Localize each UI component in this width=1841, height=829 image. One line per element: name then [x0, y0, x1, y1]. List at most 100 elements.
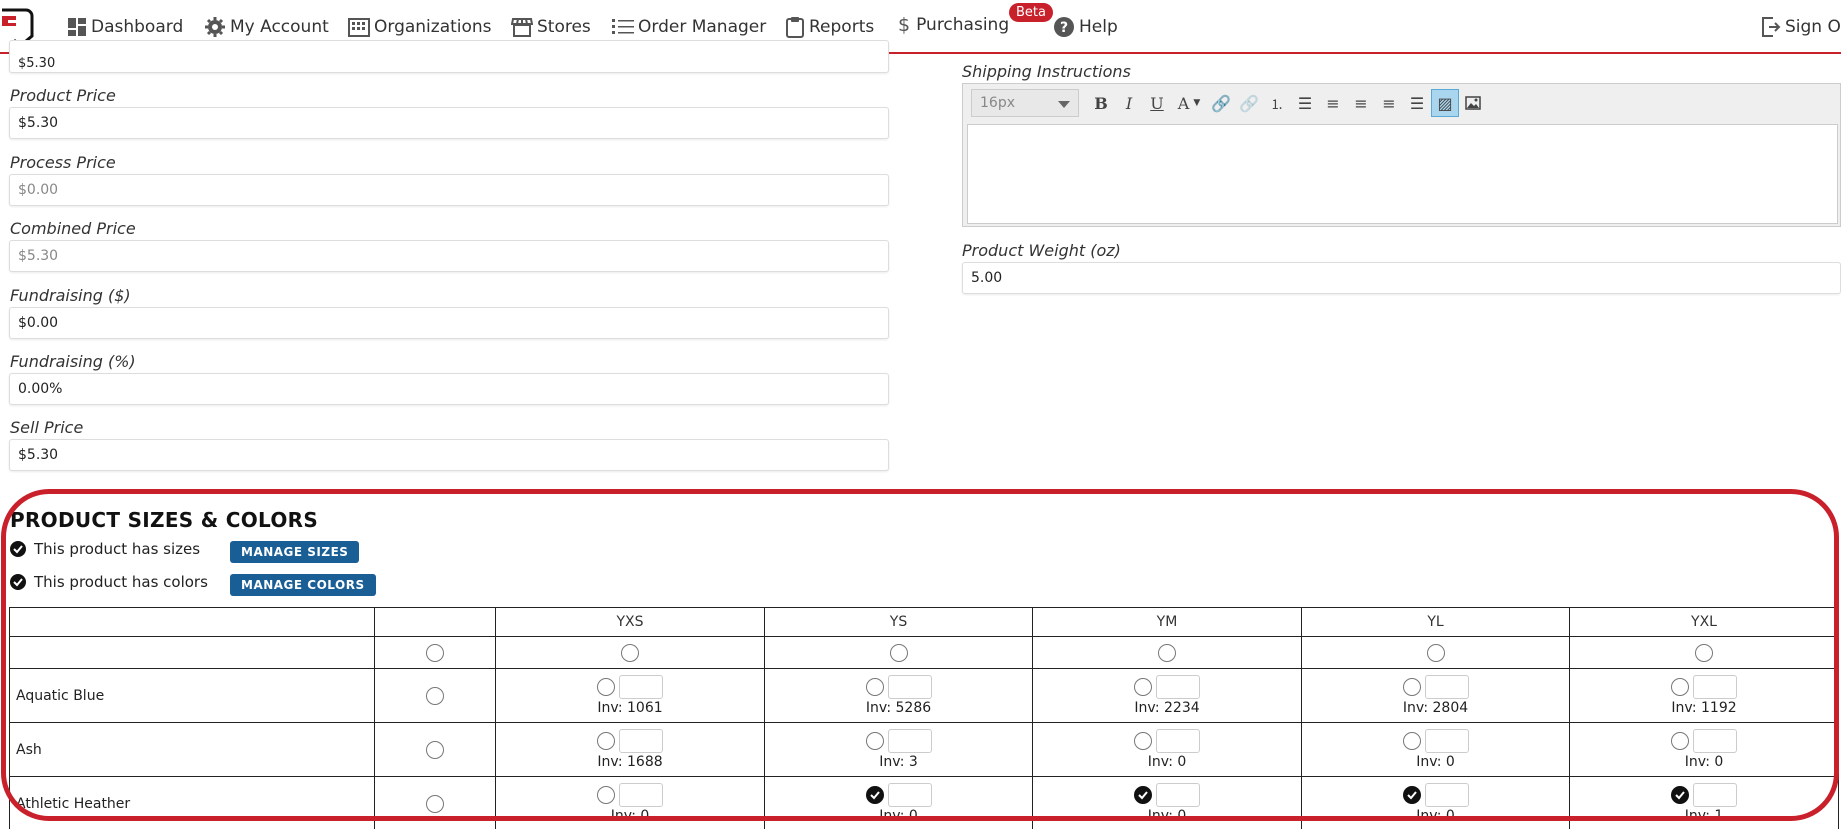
- size-color-radio[interactable]: [1402, 678, 1421, 696]
- size-column-radio[interactable]: [1426, 643, 1445, 662]
- nav-purchasing[interactable]: $ Purchasing: [898, 12, 1009, 38]
- nav-my-account[interactable]: My Account: [204, 14, 329, 40]
- nav-order-manager[interactable]: Order Manager: [612, 14, 766, 40]
- size-color-radio[interactable]: [865, 678, 884, 696]
- inventory-count: Inv: 1192: [1671, 700, 1737, 716]
- fundraising-percent-value: 0.00%: [18, 381, 63, 397]
- fundraising-percent-input[interactable]: 0.00%: [9, 373, 889, 405]
- ordered-list-icon[interactable]: ⒈: [1263, 89, 1291, 117]
- quantity-input[interactable]: [1424, 675, 1469, 699]
- nav-stores[interactable]: Stores: [511, 14, 591, 40]
- size-color-radio[interactable]: [1402, 786, 1421, 804]
- nav-organizations[interactable]: Organizations: [348, 14, 492, 40]
- quantity-input[interactable]: [1424, 783, 1469, 807]
- editor-toolbar: 16px B I U A ▼ 🔗 🔗 ⒈ ☰ ≡ ≡ ≡ ☰ ▨: [963, 84, 1840, 122]
- quantity-input[interactable]: [619, 729, 663, 753]
- size-color-radio[interactable]: [1671, 678, 1689, 696]
- partial-price-input[interactable]: $5.30: [9, 40, 889, 73]
- quantity-input[interactable]: [887, 675, 932, 699]
- size-color-radio[interactable]: [865, 732, 884, 750]
- size-color-radio[interactable]: [1671, 732, 1689, 750]
- inventory-count: Inv: 0: [1416, 808, 1455, 824]
- size-color-radio[interactable]: [1134, 678, 1152, 696]
- image-icon[interactable]: [1459, 89, 1487, 117]
- align-right-icon[interactable]: ≡: [1375, 89, 1403, 117]
- unlink-icon[interactable]: 🔗: [1235, 89, 1263, 117]
- quantity-input[interactable]: [887, 783, 932, 807]
- size-color-radio[interactable]: [1671, 786, 1689, 804]
- inventory-count: Inv: 1: [1684, 808, 1724, 824]
- process-price-input[interactable]: $0.00: [9, 174, 889, 206]
- combined-price-input[interactable]: $5.30: [9, 240, 889, 272]
- quantity-input[interactable]: [1156, 729, 1200, 753]
- inventory-count: Inv: 0: [1147, 808, 1187, 824]
- size-color-radio[interactable]: [1134, 786, 1152, 804]
- nav-dashboard[interactable]: Dashboard: [67, 14, 183, 40]
- size-column-radio[interactable]: [621, 643, 639, 662]
- fundraising-dollars-input[interactable]: $0.00: [9, 307, 889, 339]
- quantity-input[interactable]: [619, 675, 663, 699]
- shipping-instructions-textarea[interactable]: [967, 124, 1838, 224]
- select-all-radio[interactable]: [426, 643, 444, 662]
- quantity-input[interactable]: [1693, 729, 1737, 753]
- inventory-count: Inv: 0: [1684, 754, 1724, 770]
- size-color-radio[interactable]: [1134, 732, 1152, 750]
- quantity-input[interactable]: [1424, 729, 1469, 753]
- manage-sizes-button[interactable]: MANAGE SIZES: [230, 541, 360, 563]
- size-header: YM: [1032, 607, 1302, 637]
- link-icon[interactable]: 🔗: [1207, 89, 1235, 117]
- size-column-radio[interactable]: [1158, 643, 1176, 662]
- html-toggle-icon[interactable]: ▨: [1431, 89, 1459, 117]
- quantity-input[interactable]: [887, 729, 932, 753]
- sell-price-input[interactable]: $5.30: [9, 439, 889, 471]
- manage-colors-button[interactable]: MANAGE COLORS: [230, 574, 376, 596]
- fundraising-dollars-value: $0.00: [18, 315, 59, 331]
- inventory-count: Inv: 0: [879, 808, 918, 824]
- clipboard-icon: [786, 17, 804, 38]
- quantity-input[interactable]: [1693, 675, 1737, 699]
- fundraising-percent-label: Fundraising (%): [10, 352, 136, 371]
- bold-button[interactable]: B: [1087, 89, 1115, 117]
- nav-help[interactable]: ? Help: [1053, 14, 1118, 40]
- size-color-cell: Inv: 0: [1302, 783, 1569, 824]
- size-color-cell: Inv: 0: [496, 783, 764, 824]
- nav-reports[interactable]: Reports: [785, 14, 874, 40]
- color-row-radio[interactable]: [426, 794, 444, 813]
- header-empty: [9, 607, 375, 637]
- size-color-radio[interactable]: [597, 786, 615, 804]
- align-center-icon[interactable]: ≡: [1347, 89, 1375, 117]
- color-name: Athletic Heather: [9, 776, 375, 829]
- underline-button[interactable]: U: [1143, 89, 1171, 117]
- size-column-radio[interactable]: [1695, 643, 1713, 662]
- justify-icon[interactable]: ☰: [1403, 89, 1431, 117]
- check-icon[interactable]: [10, 574, 26, 590]
- quantity-input[interactable]: [619, 783, 663, 807]
- font-size-select[interactable]: 16px: [971, 89, 1079, 117]
- sign-out-link[interactable]: Sign O: [1761, 14, 1841, 40]
- check-icon[interactable]: [10, 541, 26, 557]
- nav-order-manager-label: Order Manager: [638, 17, 767, 37]
- italic-button[interactable]: I: [1115, 89, 1143, 117]
- font-size-value: 16px: [980, 95, 1015, 111]
- color-row-radio[interactable]: [426, 686, 444, 705]
- size-color-radio[interactable]: [597, 678, 615, 696]
- size-color-radio[interactable]: [865, 786, 884, 804]
- quantity-input[interactable]: [1693, 783, 1737, 807]
- font-color-button[interactable]: A ▼: [1171, 89, 1207, 117]
- size-color-radio[interactable]: [597, 732, 615, 750]
- color-row-radio[interactable]: [426, 740, 444, 759]
- product-weight-value: 5.00: [971, 270, 1003, 286]
- quantity-input[interactable]: [1156, 783, 1200, 807]
- unordered-list-icon[interactable]: ☰: [1291, 89, 1319, 117]
- quantity-input[interactable]: [1156, 675, 1200, 699]
- inventory-count: Inv: 1061: [597, 700, 663, 716]
- size-column-radio[interactable]: [889, 643, 908, 662]
- product-weight-input[interactable]: 5.00: [962, 262, 1841, 294]
- process-price-value: $0.00: [18, 182, 59, 198]
- product-price-input[interactable]: $5.30: [9, 107, 889, 139]
- store-icon: [511, 18, 533, 37]
- size-color-grid: YXS YS YM YL YXL Aquatic Blue Inv: 1061 In…: [9, 607, 1839, 829]
- align-left-icon[interactable]: ≡: [1319, 89, 1347, 117]
- table-row: Ash Inv: 1688 Inv: 3 Inv: 0 Inv: 0 Inv: 0: [9, 722, 1839, 777]
- size-color-radio[interactable]: [1402, 732, 1421, 750]
